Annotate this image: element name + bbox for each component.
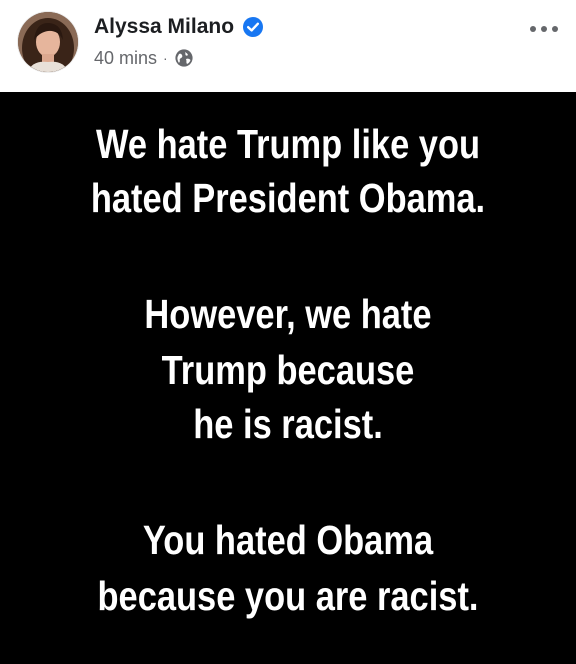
post-meta: 40 mins ·	[94, 46, 194, 70]
meme-text-line: Trump because	[161, 347, 415, 393]
post-timestamp[interactable]: 40 mins	[94, 48, 157, 69]
globe-icon[interactable]	[174, 48, 194, 68]
more-options-icon[interactable]	[527, 20, 561, 38]
meme-text-line: You hated Obama	[142, 517, 434, 563]
meme-text-line: because you are racist.	[97, 573, 479, 619]
author-name[interactable]: Alyssa Milano	[94, 14, 234, 40]
meme-text-line: hated President Obama.	[90, 175, 486, 221]
verified-badge-icon	[243, 17, 263, 37]
author-avatar[interactable]	[18, 12, 78, 72]
meme-text-line: However, we hate	[144, 291, 432, 337]
meme-text-line: he is racist.	[193, 401, 383, 447]
meme-image[interactable]: We hate Trump like you hated President O…	[0, 92, 576, 664]
facebook-post: Alyssa Milano 40 mins · We hate Trump li…	[0, 0, 576, 664]
meme-text-line: We hate Trump like you	[95, 121, 481, 167]
post-header: Alyssa Milano 40 mins ·	[0, 0, 576, 92]
avatar-image	[18, 12, 78, 72]
meta-separator: ·	[163, 50, 168, 66]
